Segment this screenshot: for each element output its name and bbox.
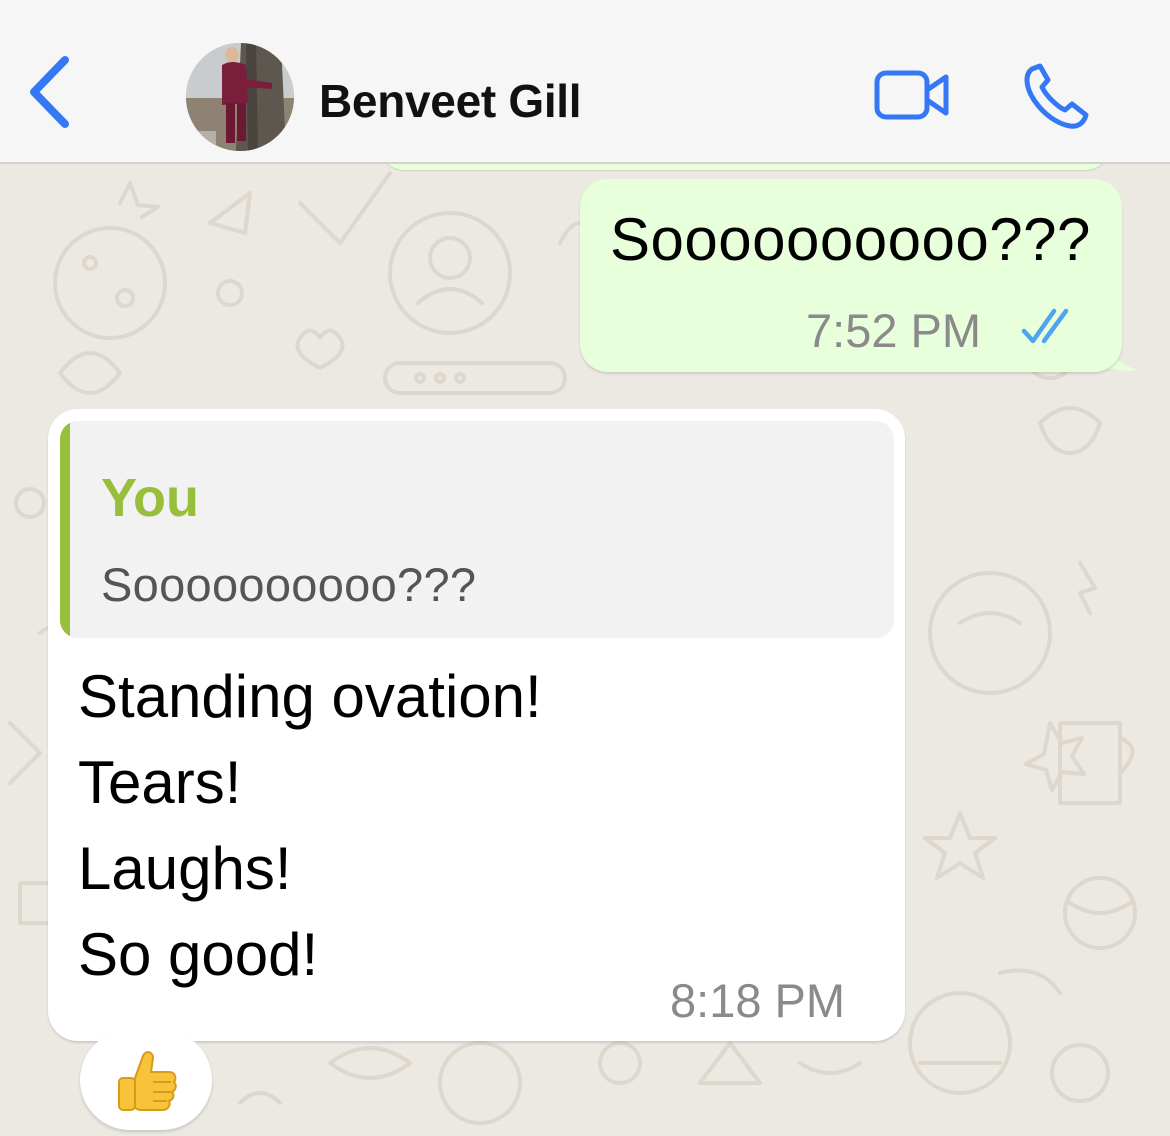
message-timestamp: 8:18 PM <box>670 974 846 1027</box>
double-check-icon <box>1021 308 1069 344</box>
message-line: So good! <box>78 921 319 988</box>
video-camera-icon <box>874 70 949 120</box>
contact-avatar[interactable] <box>186 43 294 151</box>
back-button[interactable] <box>22 52 82 132</box>
contact-name[interactable]: Benveet Gill <box>319 74 582 128</box>
quote-accent-bar <box>60 421 70 638</box>
chat-header: Benveet Gill <box>0 0 1170 164</box>
thumbs-up-emoji-icon <box>118 1051 177 1111</box>
phone-icon <box>1024 63 1089 129</box>
message-reaction[interactable] <box>80 1030 212 1130</box>
quoted-reply[interactable]: You Soooooooooo??? <box>60 421 894 638</box>
quote-text: Soooooooooo??? <box>101 558 477 611</box>
quote-author: You <box>101 468 199 528</box>
voice-call-button[interactable] <box>1022 60 1092 130</box>
message-line: Tears! <box>78 749 242 816</box>
video-call-button[interactable] <box>872 66 954 124</box>
message-timestamp: 7:52 PM <box>806 304 982 357</box>
message-line: Laughs! <box>78 835 292 902</box>
message-line: Standing ovation! <box>78 663 542 730</box>
message-text: Soooooooooo??? <box>610 206 1091 273</box>
outgoing-message[interactable]: Soooooooooo??? 7:52 PM <box>580 179 1122 372</box>
chevron-left-icon <box>30 56 69 128</box>
incoming-message[interactable]: You Soooooooooo??? Standing ovation! Tea… <box>48 409 905 1041</box>
